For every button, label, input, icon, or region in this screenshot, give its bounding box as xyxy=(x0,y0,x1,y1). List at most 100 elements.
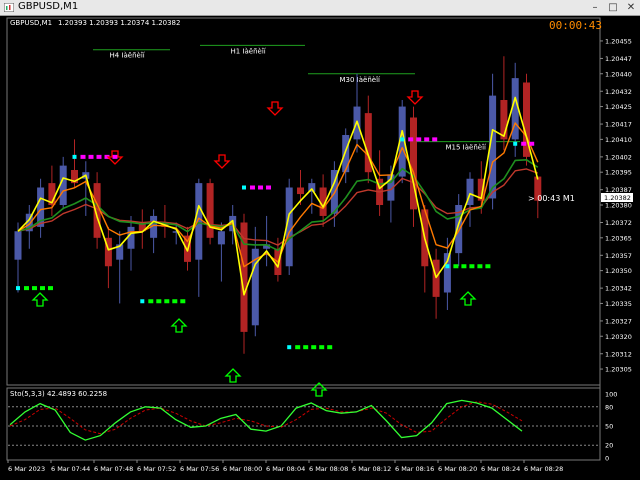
signal-dot xyxy=(96,154,102,159)
signal-dot xyxy=(408,137,414,142)
signal-dot xyxy=(164,299,170,304)
signal-arrows xyxy=(31,90,477,397)
signal-dot xyxy=(521,141,527,146)
chart-canvas[interactable]: GBPUSD,M1 1.20393 1.20393 1.20374 1.2038… xyxy=(0,16,640,480)
candle-bull xyxy=(127,226,135,249)
signal-dot xyxy=(24,286,29,291)
time-tick-label: 6 Mar 08:00 xyxy=(223,465,262,473)
time-tick-label: 6 Mar 07:52 xyxy=(137,465,176,473)
time-tick-label: 6 Mar 08:12 xyxy=(352,465,391,473)
stoch-label: Sto(5,3,3) 42.4893 60.2258 xyxy=(10,390,107,398)
signal-dot xyxy=(88,154,94,159)
stoch-level-label: 50 xyxy=(605,423,613,431)
stoch-level-label: 80 xyxy=(605,403,613,411)
price-tick-label: 1.20432 xyxy=(605,88,632,96)
price-tick-label: 1.20312 xyxy=(605,350,632,358)
time-tick-label: 6 Mar 07:56 xyxy=(180,465,219,473)
maximize-button[interactable]: □ xyxy=(604,1,622,14)
signal-dot-start xyxy=(16,286,20,291)
stoch-level-label: 0 xyxy=(605,455,609,463)
candle-bull xyxy=(217,231,225,245)
price-tick-label: 1.20455 xyxy=(605,37,632,45)
candle-bull xyxy=(59,165,67,205)
signal-dot xyxy=(311,345,317,350)
stochastic-lines: 100 80 50 20 0 xyxy=(8,391,617,463)
minimize-button[interactable]: – xyxy=(586,1,604,14)
bar-timer-label: > 00:43 M1 xyxy=(528,194,575,203)
price-tick-label: 1.20327 xyxy=(605,317,632,325)
price-tick-label: 1.20395 xyxy=(605,169,632,177)
price-tick-label: 1.20425 xyxy=(605,103,632,111)
signal-dot xyxy=(424,137,430,142)
price-tick-label: 1.20387 xyxy=(605,186,632,194)
time-tick-label: 6 Mar 08:20 xyxy=(438,465,477,473)
level-label: H4 Iàëñèîí xyxy=(110,52,146,60)
signal-dot-start xyxy=(400,137,405,142)
time-tick-label: 6 Mar 08:08 xyxy=(309,465,348,473)
signal-dot xyxy=(319,345,325,350)
candle-bull xyxy=(195,183,203,260)
window-title: GBPUSD,M1 xyxy=(18,1,79,12)
close-button[interactable]: ✕ xyxy=(622,1,640,14)
price-tick-label: 1.20350 xyxy=(605,267,632,275)
signal-dot xyxy=(258,185,263,190)
time-tick-label: 6 Mar 08:24 xyxy=(481,465,520,473)
price-tick-label: 1.20365 xyxy=(605,234,632,242)
price-tick-label: 1.20342 xyxy=(605,285,632,293)
candle-bear xyxy=(206,183,214,238)
signal-dot xyxy=(469,264,475,269)
level-label: M30 Iàëñèîí xyxy=(340,76,382,84)
time-tick-label: 6 Mar 07:44 xyxy=(51,465,90,473)
signal-dot xyxy=(112,154,118,159)
signal-dot xyxy=(48,286,53,291)
signal-dot xyxy=(529,141,535,146)
signal-dot xyxy=(80,154,86,159)
signal-dot xyxy=(416,137,422,142)
signal-dot xyxy=(485,264,491,269)
candle-bull xyxy=(342,135,350,173)
signal-dot xyxy=(266,185,271,190)
up-arrow-icon xyxy=(31,292,49,307)
stoch-pane-frame xyxy=(6,387,601,461)
signal-dot xyxy=(461,264,467,269)
price-tick-label: 1.20380 xyxy=(605,202,632,210)
level-lines: H4 Iàëñèîí H1 Iàëñèîí M30 Iàëñèîí M15 Iàëñè… xyxy=(93,44,520,152)
symbol-label: GBPUSD,M1 xyxy=(10,19,52,27)
up-arrow-icon xyxy=(459,291,477,306)
price-tick-label: 1.20447 xyxy=(605,55,632,63)
price-tick-label: 1.20402 xyxy=(605,153,632,161)
signal-dot xyxy=(32,286,37,291)
price-tick-label: 1.20410 xyxy=(605,136,632,144)
stoch-level-label: 100 xyxy=(605,391,617,399)
signal-dot xyxy=(477,264,483,269)
chart-window-icon xyxy=(4,3,14,12)
down-arrow-icon xyxy=(266,101,284,116)
signal-dot-start xyxy=(287,345,292,350)
time-tick-label: 6 Mar 2023 xyxy=(8,465,45,473)
candle-bear xyxy=(297,187,304,195)
time-tick-label: 6 Mar 08:28 xyxy=(524,465,563,473)
level-label: M15 Iàëñèîí xyxy=(446,144,488,152)
signal-dot xyxy=(432,137,438,142)
price-tick-label: 1.20372 xyxy=(605,219,632,227)
signal-dot xyxy=(295,345,301,350)
title-bar[interactable]: GBPUSD,M1 – □ ✕ xyxy=(0,0,640,16)
signal-dot-start xyxy=(140,299,145,304)
ohlc-label: 1.20393 1.20393 1.20374 1.20382 xyxy=(58,19,180,27)
price-axis: 1.20455 1.20447 1.20440 1.20432 1.20425 1.204… xyxy=(600,37,632,374)
down-arrow-icon xyxy=(213,154,231,169)
signal-dot xyxy=(40,286,45,291)
up-arrow-icon xyxy=(224,368,242,383)
signal-dot xyxy=(327,345,333,350)
down-arrow-icon xyxy=(406,90,424,105)
price-tick-label: 1.20357 xyxy=(605,252,632,260)
candle-timer: 00:00:43 xyxy=(549,19,602,32)
current-price-label: 1.20382 xyxy=(604,194,631,202)
signal-dot xyxy=(453,264,459,269)
time-tick-label: 6 Mar 07:48 xyxy=(94,465,133,473)
candle-bull xyxy=(14,231,22,260)
signal-dot xyxy=(180,299,186,304)
signal-dot xyxy=(303,345,309,350)
signal-dot xyxy=(172,299,178,304)
price-tick-label: 1.20320 xyxy=(605,333,632,341)
